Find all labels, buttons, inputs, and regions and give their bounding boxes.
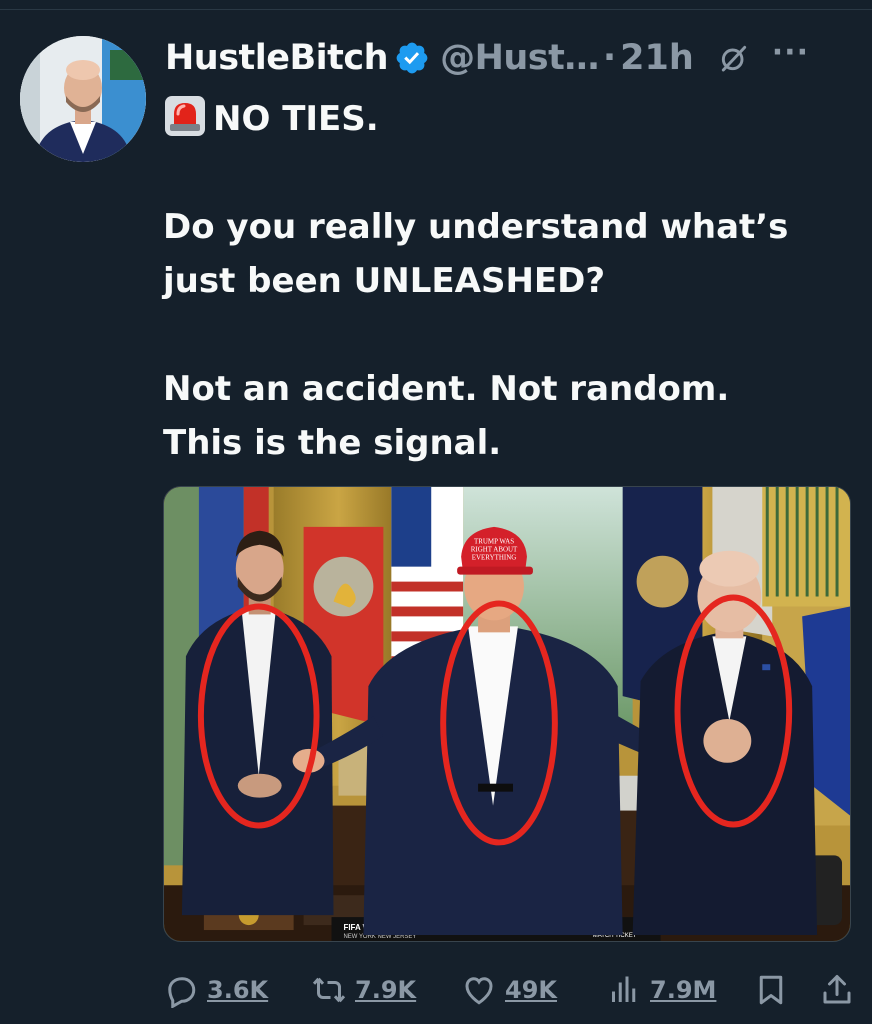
tweet-header: HustleBitch @Hust… · 21h ··· (165, 34, 865, 82)
avatar[interactable] (20, 36, 146, 162)
verified-badge-icon (394, 40, 430, 76)
grok-icon[interactable] (718, 42, 750, 74)
reply-button[interactable]: 3.6K (163, 970, 268, 1010)
reply-icon (168, 977, 196, 1008)
action-bar: 3.6K 7.9K 49K 7.9M (163, 970, 863, 1010)
more-options-icon[interactable]: ··· (772, 35, 809, 70)
tweet-line-1: NO TIES. (163, 92, 853, 146)
siren-icon (163, 94, 207, 138)
repost-count: 7.9K (355, 976, 417, 1004)
share-button[interactable] (819, 970, 855, 1010)
tweet-card[interactable]: HustleBitch @Hust… · 21h ··· NO TIES. Do… (0, 10, 872, 1024)
author-handle[interactable]: @Hust… (440, 38, 599, 78)
tweet-text: NO TIES. Do you really understand what’s… (163, 92, 853, 470)
reply-count: 3.6K (207, 976, 269, 1004)
hat-text-2: RIGHT ABOUT (471, 546, 518, 554)
tweet-line-2: Do you really understand what’s (163, 207, 789, 247)
like-button[interactable]: 49K (461, 970, 557, 1010)
top-divider (0, 0, 872, 10)
timestamp[interactable]: 21h (620, 38, 694, 78)
tweet-line-4: Not an accident. Not random. (163, 369, 730, 409)
tweet-line-3: just been UNLEASHED? (163, 261, 606, 301)
share-icon (823, 975, 851, 1004)
hat-text-1: TRUMP WAS (474, 538, 514, 546)
views-button[interactable]: 7.9M (606, 970, 716, 1010)
hat-text-3: EVERYTHING (472, 554, 517, 562)
heart-icon (465, 977, 493, 1005)
like-count: 49K (505, 976, 557, 1004)
author-name[interactable]: HustleBitch (165, 38, 389, 78)
repost-icon (312, 977, 346, 1003)
view-count: 7.9M (650, 976, 717, 1004)
tweet-line-5: This is the signal. (163, 423, 502, 463)
tweet-photo[interactable]: FIFA WORLD CUP NEW YORK NEW JERSEY MATCH… (163, 486, 851, 942)
bookmark-button[interactable] (753, 970, 789, 1010)
separator-dot: · (602, 38, 617, 78)
views-icon (612, 976, 636, 1002)
tweet-line-text-1: NO TIES. (213, 99, 379, 139)
repost-button[interactable]: 7.9K (311, 970, 416, 1010)
bookmark-icon (759, 975, 783, 1005)
